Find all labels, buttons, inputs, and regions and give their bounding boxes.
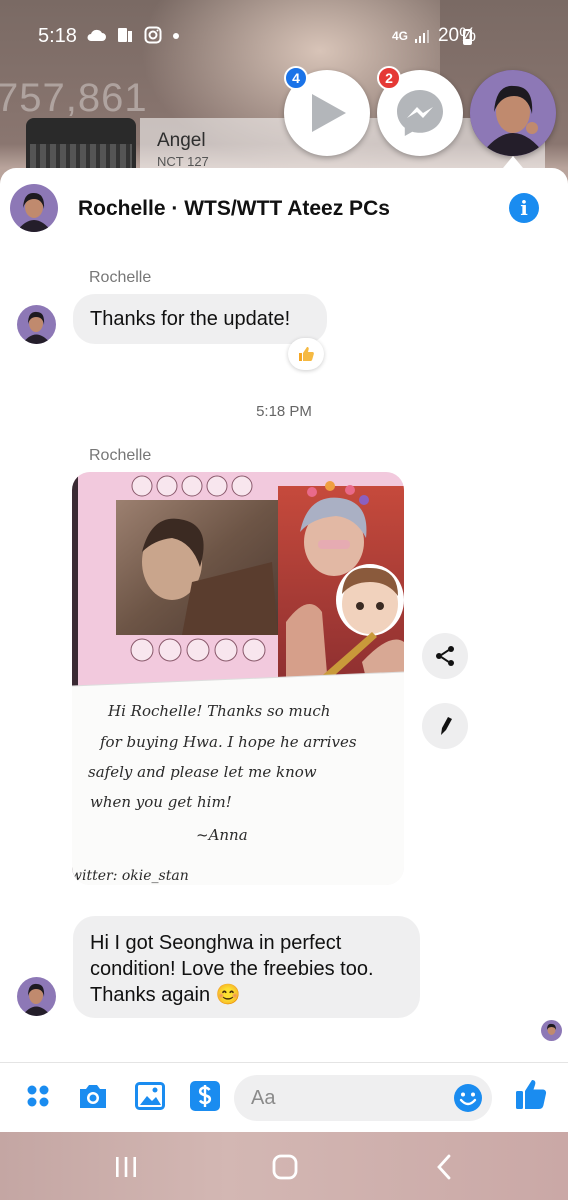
play-badge: 4 bbox=[284, 66, 308, 90]
home-button[interactable] bbox=[265, 1152, 305, 1182]
message-input[interactable]: Aa bbox=[234, 1075, 492, 1121]
note-line: witter: okie_stan bbox=[72, 868, 189, 884]
chathead-messenger[interactable]: 2 bbox=[377, 66, 463, 156]
back-icon bbox=[437, 1154, 451, 1180]
sender-name: Rochelle bbox=[89, 447, 152, 464]
chathead-play[interactable]: 4 bbox=[284, 66, 370, 156]
seen-receipt-avatar bbox=[541, 1020, 562, 1041]
conversation-header: Rochelle · WTS/WTT Ateez PCs i bbox=[0, 168, 568, 248]
photo-card-letter: Hi Rochelle! Thanks so much for buying H… bbox=[72, 472, 404, 885]
note-line: safely and please let me know bbox=[88, 763, 317, 781]
pencil-icon bbox=[441, 717, 452, 735]
note-line: when you get him! bbox=[90, 793, 232, 811]
message-text: Hi I got Seonghwa in perfect bbox=[90, 932, 342, 954]
chathead-avatar[interactable] bbox=[470, 70, 556, 156]
signal-icon bbox=[414, 30, 429, 43]
like-button[interactable] bbox=[514, 1077, 548, 1111]
battery-icon bbox=[463, 29, 472, 45]
sender-name: Rochelle bbox=[89, 269, 152, 286]
note-line: Hi Rochelle! Thanks so much bbox=[107, 702, 330, 720]
messenger-badge: 2 bbox=[377, 66, 401, 90]
message-bubble[interactable]: Hi I got Seonghwa in perfect condition! … bbox=[73, 916, 420, 1018]
header-avatar[interactable] bbox=[10, 184, 58, 232]
message-avatar[interactable] bbox=[17, 977, 56, 1016]
back-button[interactable] bbox=[424, 1152, 464, 1182]
more-actions-button[interactable] bbox=[21, 1079, 55, 1113]
status-bar: 5:18 4G 20% bbox=[0, 0, 568, 72]
share-button[interactable] bbox=[422, 633, 468, 679]
camera-icon bbox=[80, 1085, 106, 1108]
image-icon bbox=[135, 1082, 165, 1110]
payment-button[interactable] bbox=[188, 1079, 222, 1113]
cloud-icon bbox=[87, 29, 106, 41]
recents-icon bbox=[116, 1157, 136, 1177]
status-notification-icons bbox=[86, 26, 180, 44]
device-icon bbox=[118, 28, 132, 42]
thumbs-up-icon bbox=[516, 1080, 547, 1109]
home-icon bbox=[272, 1154, 298, 1180]
background-view-count: 757,861 bbox=[0, 76, 148, 120]
background-song-title: Angel bbox=[157, 130, 206, 151]
four-dots-icon bbox=[27, 1085, 49, 1107]
message-text: Thanks again 😊 bbox=[90, 984, 241, 1006]
network-type-label: 4G bbox=[391, 29, 408, 43]
emoji-icon[interactable] bbox=[453, 1083, 483, 1113]
message-input-placeholder: Aa bbox=[251, 1087, 276, 1109]
message-composer: Aa bbox=[0, 1062, 568, 1132]
chat-panel: Rochelle · WTS/WTT Ateez PCs i Rochelle … bbox=[0, 168, 568, 1132]
reaction-badge[interactable] bbox=[288, 338, 324, 370]
recents-button[interactable] bbox=[106, 1152, 146, 1182]
note-signature: ~Anna bbox=[196, 826, 248, 844]
instagram-icon bbox=[144, 26, 162, 44]
gallery-button[interactable] bbox=[133, 1079, 167, 1113]
dollar-icon bbox=[190, 1081, 220, 1111]
edit-button[interactable] bbox=[422, 703, 468, 749]
note-line: for buying Hwa. I hope he arrives bbox=[99, 733, 357, 751]
background-album-art bbox=[26, 118, 136, 168]
status-time: 5:18 bbox=[38, 25, 77, 47]
message-avatar[interactable] bbox=[17, 305, 56, 344]
timestamp: 5:18 PM bbox=[256, 403, 312, 420]
message-text: condition! Love the freebies too. bbox=[90, 958, 374, 980]
avatar bbox=[470, 70, 556, 156]
shared-photo[interactable]: Hi Rochelle! Thanks so much for buying H… bbox=[72, 472, 404, 885]
chathead-pointer bbox=[503, 156, 523, 168]
more-dot-icon bbox=[173, 33, 179, 39]
message-text: Thanks for the update! bbox=[90, 308, 291, 330]
camera-button[interactable] bbox=[76, 1079, 110, 1113]
thumbs-up-reaction-icon bbox=[299, 347, 314, 361]
share-icon bbox=[436, 646, 454, 666]
system-navigation-bar bbox=[0, 1132, 568, 1200]
conversation-title[interactable]: Rochelle · WTS/WTT Ateez PCs bbox=[78, 197, 390, 221]
background-song-artist: NCT 127 bbox=[157, 154, 209, 169]
info-icon[interactable]: i bbox=[509, 193, 539, 223]
message-bubble[interactable]: Thanks for the update! bbox=[73, 294, 327, 344]
